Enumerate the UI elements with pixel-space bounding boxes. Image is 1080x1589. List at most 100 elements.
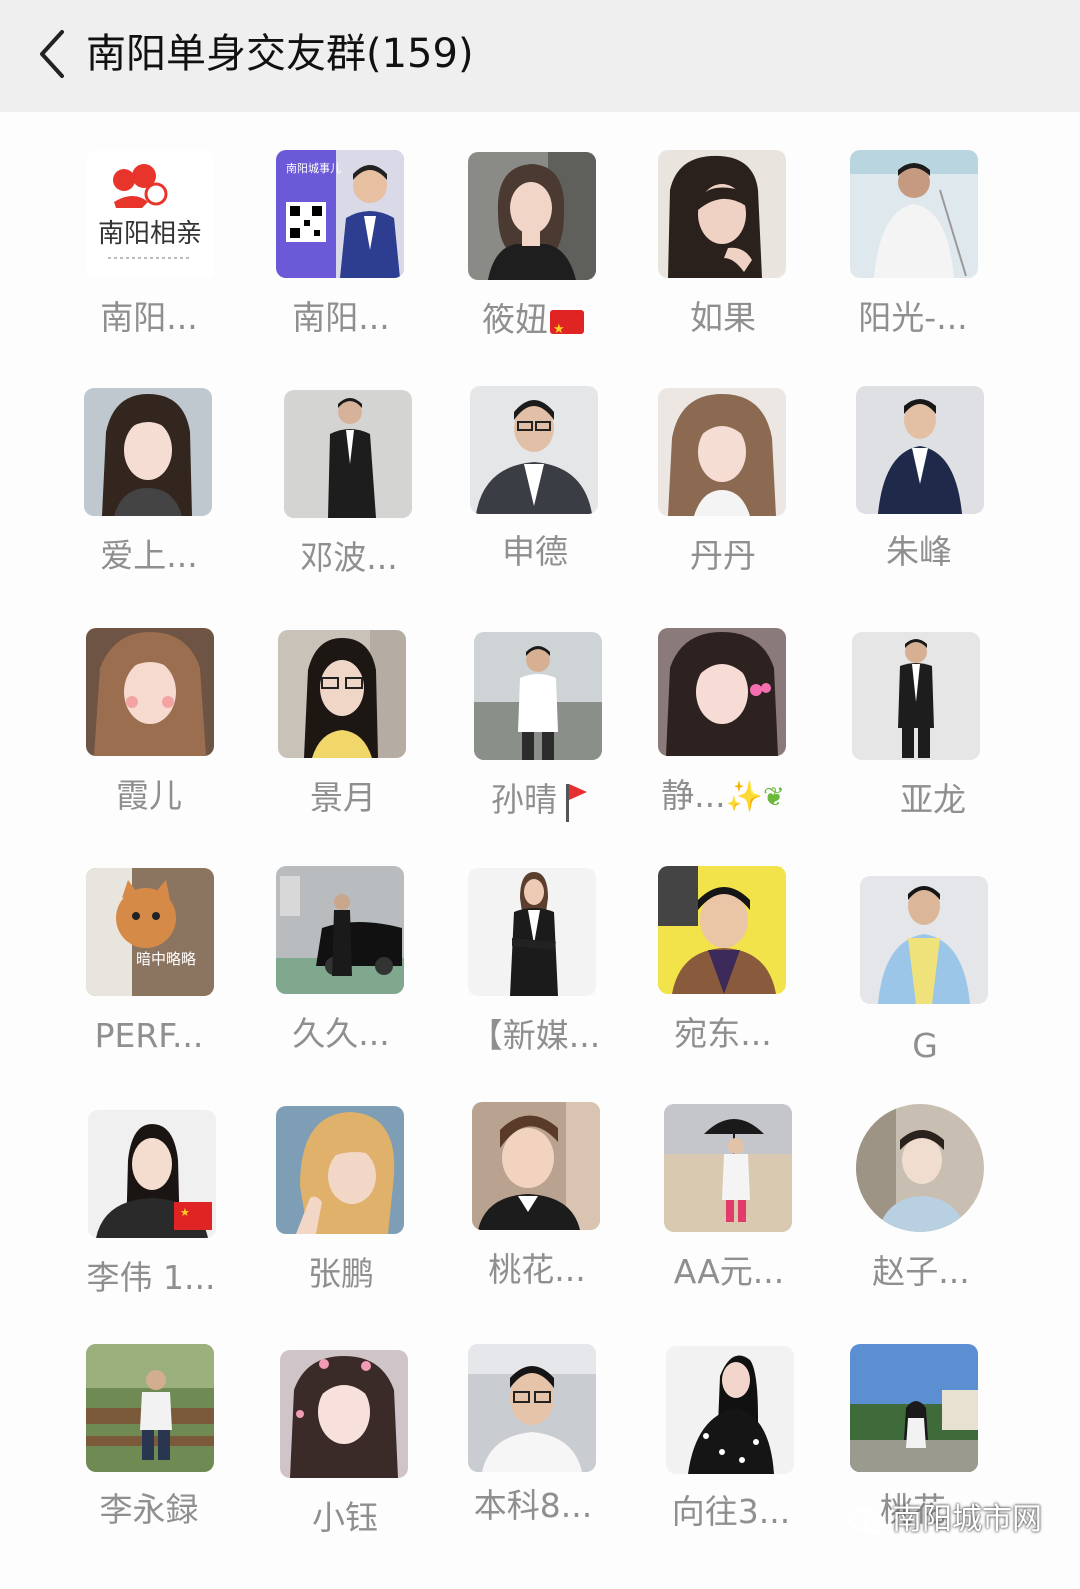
- member-avatar: [852, 632, 980, 760]
- member-name: 赵子...: [872, 1252, 970, 1291]
- member-item[interactable]: 景月: [248, 630, 438, 840]
- member-name: 向往3...: [671, 1492, 791, 1531]
- member-item[interactable]: 静...✨❦: [628, 628, 818, 838]
- member-avatar: [856, 1104, 984, 1232]
- member-avatar: [850, 150, 978, 278]
- member-avatar: [860, 876, 988, 1004]
- leaf-icon: ❦: [763, 782, 785, 813]
- member-avatar: [86, 1344, 214, 1472]
- member-name: 亚龙: [900, 780, 966, 819]
- member-name: 李伟 1...: [86, 1258, 216, 1297]
- member-avatar: [850, 1344, 978, 1472]
- member-name: G: [912, 1026, 938, 1065]
- member-name: 南阳...: [100, 298, 198, 337]
- member-name: 久久...: [292, 1014, 390, 1053]
- member-avatar: ★: [88, 1110, 216, 1238]
- member-item[interactable]: 小钰: [250, 1350, 440, 1560]
- logo-text: 南阳相亲: [98, 219, 202, 249]
- member-item[interactable]: 赵子...: [826, 1104, 1016, 1314]
- member-avatar: [658, 866, 786, 994]
- member-item[interactable]: 南阳城事儿 南阳...: [246, 150, 436, 360]
- member-name: 【新媒...: [469, 1016, 601, 1055]
- member-name: 李永録: [99, 1490, 199, 1529]
- member-name: 张鹏: [308, 1254, 374, 1293]
- member-name: 本科8...: [473, 1486, 593, 1525]
- member-item[interactable]: 桃花...: [442, 1102, 632, 1312]
- member-item[interactable]: AA元...: [634, 1104, 824, 1314]
- member-item[interactable]: 李永録: [54, 1344, 244, 1554]
- member-avatar: [664, 1104, 792, 1232]
- china-flag-icon: [550, 308, 584, 342]
- member-avatar: [280, 1350, 408, 1478]
- member-avatar: 南阳城事儿: [276, 150, 404, 278]
- watermark: 南阳城市网: [848, 1500, 1042, 1540]
- sparkles-icon: ✨: [725, 779, 764, 815]
- member-item[interactable]: 朱峰: [824, 386, 1014, 596]
- member-name: 景月: [310, 778, 376, 817]
- member-item[interactable]: 暗中略略 PERF...: [54, 868, 244, 1078]
- member-item[interactable]: 宛东...: [628, 866, 818, 1076]
- member-avatar: [468, 1344, 596, 1472]
- member-avatar: [84, 388, 212, 516]
- member-item[interactable]: 南阳相亲 南阳...: [54, 150, 244, 360]
- member-avatar: [658, 388, 786, 516]
- svg-text:暗中略略: 暗中略略: [136, 950, 196, 968]
- member-item[interactable]: 爱上...: [54, 388, 244, 598]
- red-flag-icon: [563, 782, 587, 822]
- member-avatar: [856, 386, 984, 514]
- member-item[interactable]: ★ 李伟 1...: [56, 1110, 246, 1320]
- member-item[interactable]: 本科8...: [438, 1344, 628, 1554]
- top-bar: 南阳单身交友群(159): [0, 0, 1080, 113]
- member-name: 如果: [690, 298, 756, 337]
- member-grid: 南阳相亲 南阳... 南阳城事儿 南阳... 筱妞★ 如果 阳光-... 爱上.…: [0, 112, 1080, 1589]
- member-item[interactable]: 久久...: [246, 866, 436, 1076]
- member-avatar: [658, 628, 786, 756]
- member-item[interactable]: 申德: [440, 386, 630, 596]
- member-item[interactable]: 霞儿: [54, 628, 244, 838]
- member-avatar: 南阳相亲: [86, 150, 214, 278]
- member-name: 阳光-...: [858, 298, 968, 337]
- member-name: 小钰: [312, 1498, 378, 1537]
- member-item[interactable]: 阳光-...: [818, 150, 1008, 360]
- member-item[interactable]: G: [830, 876, 1020, 1086]
- member-avatar: [86, 628, 214, 756]
- member-avatar: [658, 150, 786, 278]
- member-name: 桃花...: [488, 1250, 586, 1289]
- member-item[interactable]: 孙晴: [444, 632, 634, 842]
- member-avatar: [474, 632, 602, 760]
- member-name: 邓波...: [300, 538, 398, 577]
- member-avatar: [470, 386, 598, 514]
- member-avatar: [276, 866, 404, 994]
- member-avatar: [468, 152, 596, 280]
- svg-text:南阳城事儿: 南阳城事儿: [286, 162, 341, 175]
- member-avatar: [278, 630, 406, 758]
- member-name: 南阳...: [292, 298, 390, 337]
- member-item[interactable]: 向往3...: [636, 1346, 826, 1556]
- group-title: 南阳单身交友群(159): [86, 31, 474, 77]
- member-name: 申德: [502, 532, 568, 571]
- member-item[interactable]: 丹丹: [628, 388, 818, 598]
- member-item[interactable]: 如果: [628, 150, 818, 360]
- member-item[interactable]: 张鹏: [246, 1106, 436, 1316]
- wechat-icon: [848, 1507, 887, 1533]
- member-name: 筱妞: [438, 298, 628, 342]
- back-arrow-icon[interactable]: [32, 26, 76, 82]
- member-item[interactable]: 邓波...: [254, 390, 444, 600]
- member-item[interactable]: 【新媒...: [440, 868, 630, 1078]
- member-name: 静...✨❦: [661, 776, 785, 815]
- member-item[interactable]: 亚龙: [820, 632, 1010, 842]
- member-name: 爱上...: [100, 536, 198, 575]
- member-name: 丹丹: [690, 536, 756, 575]
- member-avatar: [472, 1102, 600, 1230]
- member-avatar: [284, 390, 412, 518]
- member-name: AA元...: [673, 1252, 785, 1291]
- member-item[interactable]: 筱妞: [438, 152, 628, 362]
- svg-text:★: ★: [180, 1206, 190, 1219]
- member-name: 霞儿: [116, 776, 182, 815]
- member-avatar: 暗中略略: [86, 868, 214, 996]
- member-avatar: [666, 1346, 794, 1474]
- member-avatar: [276, 1106, 404, 1234]
- member-name: 孙晴: [444, 778, 634, 822]
- member-name: PERF...: [94, 1016, 204, 1055]
- member-avatar: [468, 868, 596, 996]
